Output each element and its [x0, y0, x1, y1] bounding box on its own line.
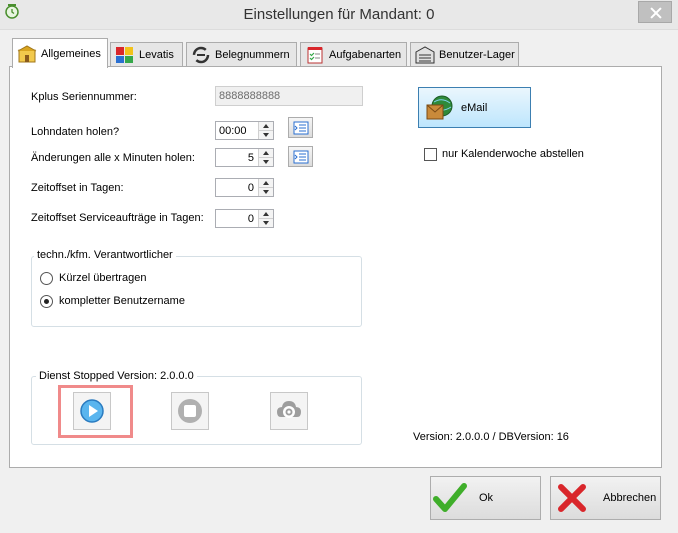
lohn-schedule-button[interactable] — [288, 117, 313, 138]
changes-spinner[interactable] — [258, 149, 273, 166]
offset-spinner[interactable] — [258, 179, 273, 196]
radio-full-username-label[interactable]: kompletter Benutzername — [59, 295, 185, 307]
lohn-spinner[interactable] — [258, 122, 273, 139]
window-title: Einstellungen für Mandant: 0 — [243, 6, 435, 23]
tab-levatis[interactable]: Levatis — [110, 42, 183, 66]
serial-label: Kplus Seriennummer: — [31, 91, 137, 103]
start-service-button[interactable] — [73, 392, 111, 430]
calendar-week-label[interactable]: nur Kalenderwoche abstellen — [442, 148, 584, 160]
stop-icon — [178, 399, 202, 423]
email-globe-icon — [426, 95, 453, 119]
service-group-title: Dienst Stopped Version: 2.0.0.0 — [36, 370, 197, 382]
version-text: Version: 2.0.0.0 / DBVersion: 16 — [413, 431, 569, 443]
cancel-button[interactable]: Abbrechen — [550, 476, 661, 520]
cancel-button-label: Abbrechen — [603, 492, 657, 504]
schedule-icon — [293, 121, 308, 134]
lohn-label: Lohndaten holen? — [31, 126, 120, 138]
radio-kuerzel-label[interactable]: Kürzel übertragen — [59, 272, 146, 284]
offset-label: Zeitoffset in Tagen: — [31, 182, 124, 194]
tab-label: Aufgabenarten — [329, 48, 402, 61]
tab-label: Belegnummern — [215, 48, 290, 61]
offset-days-input[interactable]: 0 — [215, 178, 274, 197]
changes-minutes-input[interactable]: 5 — [215, 148, 274, 167]
tab-label: Allgemeines — [41, 47, 101, 60]
email-button-label: eMail — [461, 101, 488, 114]
calendar-week-checkbox[interactable] — [424, 148, 437, 161]
settings-gear-icon — [277, 401, 301, 418]
cancel-x-icon — [558, 484, 586, 512]
offset-value: 0 — [247, 182, 254, 194]
tab-benutzer-lager[interactable]: Benutzer-Lager — [410, 42, 519, 66]
serial-field: 8888888888 — [215, 86, 363, 106]
radio-full-username[interactable] — [40, 295, 53, 308]
cycle-icon — [191, 46, 211, 64]
service-offset-label: Zeitoffset Serviceaufträge in Tagen: — [31, 212, 204, 224]
install-service-button[interactable] — [270, 392, 308, 430]
tab-allgemeines[interactable]: Allgemeines — [12, 38, 108, 68]
lohn-value: 00:00 — [219, 125, 247, 137]
play-icon — [80, 399, 104, 423]
email-settings-button[interactable]: eMail — [418, 87, 531, 128]
close-button[interactable] — [638, 1, 672, 23]
checklist-icon — [305, 46, 325, 64]
stop-service-button[interactable] — [171, 392, 209, 430]
tab-belegnummern[interactable]: Belegnummern — [186, 42, 297, 66]
tab-label: Levatis — [139, 48, 174, 61]
house-icon — [17, 44, 37, 63]
checkmark-icon — [433, 483, 467, 512]
serial-value: 8888888888 — [219, 90, 281, 102]
service-offset-value: 0 — [247, 213, 254, 225]
warehouse-icon — [415, 45, 435, 64]
service-offset-days-input[interactable]: 0 — [215, 209, 274, 228]
ok-button-label: Ok — [479, 492, 494, 504]
lohn-time-input[interactable]: 00:00 — [215, 121, 274, 140]
schedule-icon — [293, 150, 308, 163]
responsible-group — [31, 256, 362, 327]
puzzle-icon — [115, 46, 135, 64]
responsible-group-title: techn./kfm. Verantwortlicher — [34, 249, 176, 261]
title-bar: Einstellungen für Mandant: 0 — [0, 0, 678, 30]
service-offset-spinner[interactable] — [258, 210, 273, 227]
changes-value: 5 — [247, 152, 254, 164]
changes-label: Änderungen alle x Minuten holen: — [31, 152, 195, 164]
tab-label: Benutzer-Lager — [439, 48, 515, 61]
changes-schedule-button[interactable] — [288, 146, 313, 167]
radio-kuerzel[interactable] — [40, 272, 53, 285]
ok-button[interactable]: Ok — [430, 476, 541, 520]
tab-aufgabenarten[interactable]: Aufgabenarten — [300, 42, 407, 66]
